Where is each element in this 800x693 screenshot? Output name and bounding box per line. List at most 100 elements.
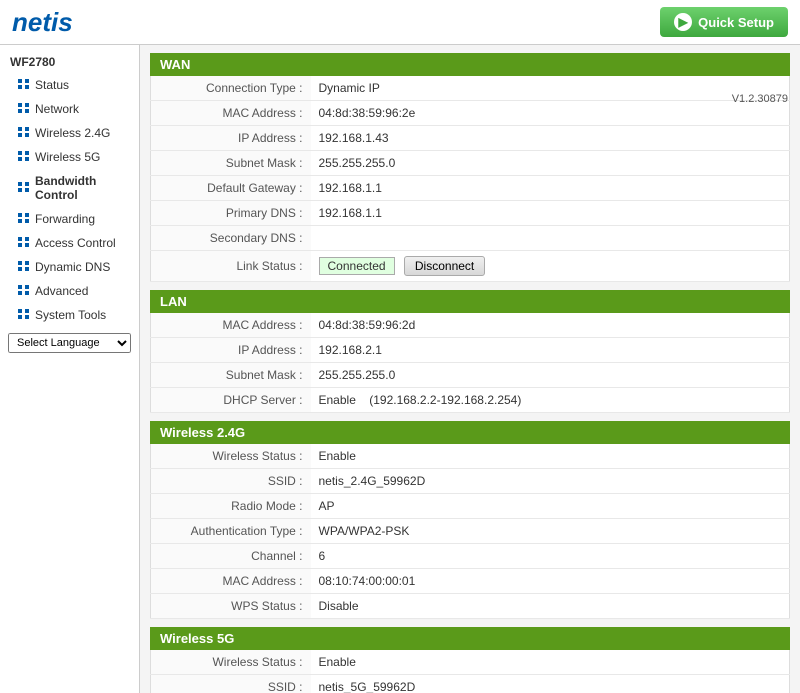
table-row: MAC Address : 04:8d:38:59:96:2e	[151, 101, 790, 126]
table-row: Wireless Status : Enable	[151, 650, 790, 675]
row-label: Authentication Type :	[151, 519, 311, 544]
row-value: netis_2.4G_59962D	[311, 469, 790, 494]
sidebar-item-label: Status	[35, 78, 69, 92]
row-value: 192.168.2.1	[311, 338, 790, 363]
row-label: Primary DNS :	[151, 201, 311, 226]
sidebar-item-status[interactable]: Status	[0, 73, 139, 97]
row-value: Enable	[311, 650, 790, 675]
row-label: MAC Address :	[151, 313, 311, 338]
sidebar-item-label: System Tools	[35, 308, 106, 322]
row-label: SSID :	[151, 469, 311, 494]
sidebar-item-ddns[interactable]: Dynamic DNS	[0, 255, 139, 279]
table-row: Channel : 6	[151, 544, 790, 569]
sidebar-item-wireless5g[interactable]: Wireless 5G	[0, 145, 139, 169]
row-label: Wireless Status :	[151, 444, 311, 469]
sidebar-item-label: Access Control	[35, 236, 116, 250]
sidebar-item-label: Wireless 2.4G	[35, 126, 110, 140]
table-row: MAC Address : 08:10:74:00:00:01	[151, 569, 790, 594]
row-label: Default Gateway :	[151, 176, 311, 201]
dhcp-range: (192.168.2.2-192.168.2.254)	[369, 393, 521, 407]
sidebar-item-systemtools[interactable]: System Tools	[0, 303, 139, 327]
device-name: WF2780	[0, 49, 139, 73]
bandwidth-icon	[18, 182, 30, 194]
row-label: IP Address :	[151, 126, 311, 151]
network-icon	[18, 103, 30, 115]
wireless5g-icon	[18, 151, 30, 163]
lan-table: MAC Address : 04:8d:38:59:96:2d IP Addre…	[150, 313, 790, 413]
row-label: Link Status :	[151, 251, 311, 282]
dhcp-status: Enable	[319, 393, 356, 407]
table-row: IP Address : 192.168.1.43	[151, 126, 790, 151]
row-value: Enable	[311, 444, 790, 469]
status-icon	[18, 79, 30, 91]
row-value: 255.255.255.0	[311, 363, 790, 388]
row-value: WPA/WPA2-PSK	[311, 519, 790, 544]
sidebar-item-label: Wireless 5G	[35, 150, 100, 164]
sidebar-item-label: Network	[35, 102, 79, 116]
table-row: Subnet Mask : 255.255.255.0	[151, 363, 790, 388]
row-label: IP Address :	[151, 338, 311, 363]
disconnect-button[interactable]: Disconnect	[404, 256, 485, 276]
wireless5g-section-header: Wireless 5G	[150, 627, 790, 650]
quick-setup-label: Quick Setup	[698, 15, 774, 30]
wan-table: Connection Type : Dynamic IP MAC Address…	[150, 76, 790, 282]
table-row: Default Gateway : 192.168.1.1	[151, 176, 790, 201]
sidebar: WF2780 Status Network Wireless 2.4G Wire…	[0, 45, 140, 693]
row-value: 192.168.1.1	[311, 201, 790, 226]
access-icon	[18, 237, 30, 249]
table-row: IP Address : 192.168.2.1	[151, 338, 790, 363]
systemtools-icon	[18, 309, 30, 321]
ddns-icon	[18, 261, 30, 273]
table-row: Subnet Mask : 255.255.255.0	[151, 151, 790, 176]
row-value: 255.255.255.0	[311, 151, 790, 176]
sidebar-item-network[interactable]: Network	[0, 97, 139, 121]
row-label: DHCP Server :	[151, 388, 311, 413]
table-row: Wireless Status : Enable	[151, 444, 790, 469]
advanced-icon	[18, 285, 30, 297]
row-label: SSID :	[151, 675, 311, 693]
row-value: 192.168.1.1	[311, 176, 790, 201]
row-value: Dynamic IP	[311, 76, 790, 101]
row-value: Disable	[311, 594, 790, 619]
sidebar-item-access[interactable]: Access Control	[0, 231, 139, 255]
table-row: Secondary DNS :	[151, 226, 790, 251]
table-row: WPS Status : Disable	[151, 594, 790, 619]
main-layout: WF2780 Status Network Wireless 2.4G Wire…	[0, 45, 800, 693]
wireless24-icon	[18, 127, 30, 139]
row-label: WPS Status :	[151, 594, 311, 619]
row-label: Connection Type :	[151, 76, 311, 101]
sidebar-item-advanced[interactable]: Advanced	[0, 279, 139, 303]
version-label: V1.2.30879	[732, 93, 788, 105]
logo-text: netis	[12, 7, 73, 38]
row-label: Channel :	[151, 544, 311, 569]
row-value: Enable (192.168.2.2-192.168.2.254)	[311, 388, 790, 413]
topbar: netis ▶ Quick Setup	[0, 0, 800, 45]
row-label: MAC Address :	[151, 569, 311, 594]
wan-section-header: WAN	[150, 53, 790, 76]
row-value: Connected Disconnect	[311, 251, 790, 282]
sidebar-item-bandwidth[interactable]: Bandwidth Control	[0, 169, 139, 207]
table-row: Authentication Type : WPA/WPA2-PSK	[151, 519, 790, 544]
table-row: Link Status : Connected Disconnect	[151, 251, 790, 282]
sidebar-item-forwarding[interactable]: Forwarding	[0, 207, 139, 231]
table-row: Connection Type : Dynamic IP	[151, 76, 790, 101]
wireless24-section-header: Wireless 2.4G	[150, 421, 790, 444]
row-value: 192.168.1.43	[311, 126, 790, 151]
row-value: 04:8d:38:59:96:2e	[311, 101, 790, 126]
content-area: WAN Connection Type : Dynamic IP MAC Add…	[140, 45, 800, 693]
table-row: Radio Mode : AP	[151, 494, 790, 519]
row-value: AP	[311, 494, 790, 519]
table-row: Primary DNS : 192.168.1.1	[151, 201, 790, 226]
sidebar-item-label: Bandwidth Control	[35, 174, 129, 202]
row-value: 08:10:74:00:00:01	[311, 569, 790, 594]
wireless5g-table: Wireless Status : Enable SSID : netis_5G…	[150, 650, 790, 693]
logo: netis	[12, 7, 73, 38]
language-select[interactable]: Select Language	[8, 333, 131, 353]
row-label: Wireless Status :	[151, 650, 311, 675]
sidebar-item-label: Forwarding	[35, 212, 95, 226]
table-row: SSID : netis_2.4G_59962D	[151, 469, 790, 494]
row-label: MAC Address :	[151, 101, 311, 126]
sidebar-item-wireless24[interactable]: Wireless 2.4G	[0, 121, 139, 145]
table-row: DHCP Server : Enable (192.168.2.2-192.16…	[151, 388, 790, 413]
quick-setup-button[interactable]: ▶ Quick Setup	[660, 7, 788, 37]
